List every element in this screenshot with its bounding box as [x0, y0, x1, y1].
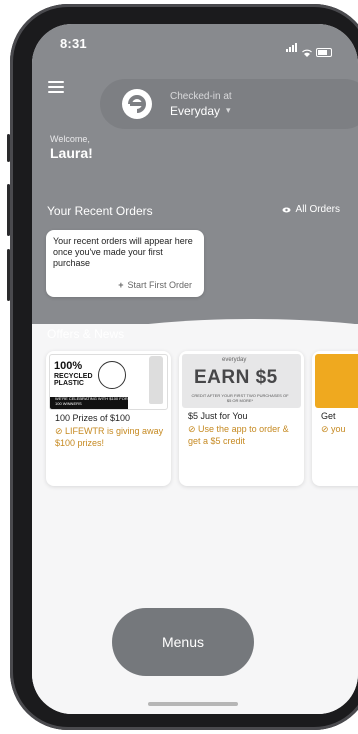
- network-graphic-icon: [98, 361, 126, 389]
- tag-icon: ⊘: [55, 426, 66, 436]
- start-order-label: Start First Order: [127, 280, 192, 290]
- battery-icon: [316, 48, 332, 57]
- welcome-label: Welcome,: [50, 134, 90, 144]
- start-first-order-link[interactable]: + Start First Order: [118, 280, 192, 290]
- eye-icon: [282, 207, 291, 212]
- wifi-icon: [302, 49, 312, 57]
- offer-image-band: WE'RE CELEBRATING WITH $100 FOR 100 WINN…: [50, 396, 128, 409]
- volume-down-button: [7, 249, 10, 301]
- offer-card[interactable]: Get ⊘ you: [312, 351, 358, 486]
- recent-orders-title: Your Recent Orders: [47, 204, 153, 218]
- home-indicator: [148, 702, 238, 706]
- all-orders-link[interactable]: All Orders: [282, 204, 340, 215]
- offer-image-brand: everyday: [222, 357, 247, 363]
- offer-title: $5 Just for You: [188, 411, 248, 421]
- plus-icon: +: [118, 280, 124, 290]
- chevron-down-icon: ▾: [226, 105, 231, 115]
- status-time: 8:31: [60, 36, 87, 51]
- offer-description: ⊘ LIFEWTR is giving away $100 prizes!: [55, 425, 165, 449]
- offer-description: ⊘ Use the app to order & get a $5 credit: [188, 423, 298, 447]
- offer-title: 100 Prizes of $100: [55, 413, 131, 423]
- everyday-logo-icon: [122, 89, 152, 119]
- checkin-pill[interactable]: Checked-in at Everyday ▾: [100, 79, 358, 129]
- offers-carousel[interactable]: 100% RECYCLED PLASTIC WE'RE CELEBRATING …: [46, 351, 358, 486]
- water-bottle-icon: [149, 356, 163, 404]
- volume-up-button: [7, 184, 10, 236]
- offer-image-headline: 100%: [54, 360, 83, 372]
- offer-description-text: Use the app to order & get a $5 credit: [188, 424, 289, 446]
- offer-image-subline: RECYCLED PLASTIC: [54, 373, 93, 387]
- checkin-location: Everyday: [170, 103, 221, 118]
- offer-title: Get: [321, 411, 336, 421]
- offer-image-fine-print: CREDIT AFTER YOUR FIRST TWO PURCHASES OF…: [191, 393, 289, 403]
- offer-image: 100% RECYCLED PLASTIC WE'RE CELEBRATING …: [49, 354, 168, 410]
- user-name: Laura!: [50, 145, 93, 161]
- offer-image-band-text: WE'RE CELEBRATING WITH $100 FOR 100 WINN…: [55, 396, 128, 406]
- empty-orders-message: Your recent orders will appear here once…: [53, 236, 193, 268]
- offer-card[interactable]: 100% RECYCLED PLASTIC WE'RE CELEBRATING …: [46, 351, 171, 486]
- signal-icon: [286, 39, 298, 57]
- checkin-label: Checked-in at: [170, 90, 232, 102]
- offer-image-headline: EARN $5: [194, 367, 278, 388]
- mute-switch: [7, 134, 10, 162]
- offer-image: everyday EARN $5 CREDIT AFTER YOUR FIRST…: [182, 354, 301, 408]
- offer-card[interactable]: everyday EARN $5 CREDIT AFTER YOUR FIRST…: [179, 351, 304, 486]
- status-icons: [286, 39, 332, 57]
- tag-icon: ⊘: [188, 424, 199, 434]
- offer-description-text: LIFEWTR is giving away $100 prizes!: [55, 426, 164, 448]
- hamburger-menu-icon[interactable]: [48, 81, 64, 93]
- menus-button[interactable]: Menus: [112, 608, 254, 676]
- offer-description: ⊘ you: [321, 423, 358, 435]
- all-orders-label: All Orders: [295, 204, 340, 215]
- offers-title: Offers & News: [47, 327, 125, 341]
- tag-icon: ⊘: [321, 424, 332, 434]
- offer-description-text: you: [331, 424, 346, 434]
- offer-image: [315, 354, 358, 408]
- app-screen: 8:31 Checked-in at Everyday ▾ Welcome, L…: [32, 24, 358, 714]
- recent-orders-card: Your recent orders will appear here once…: [46, 230, 204, 297]
